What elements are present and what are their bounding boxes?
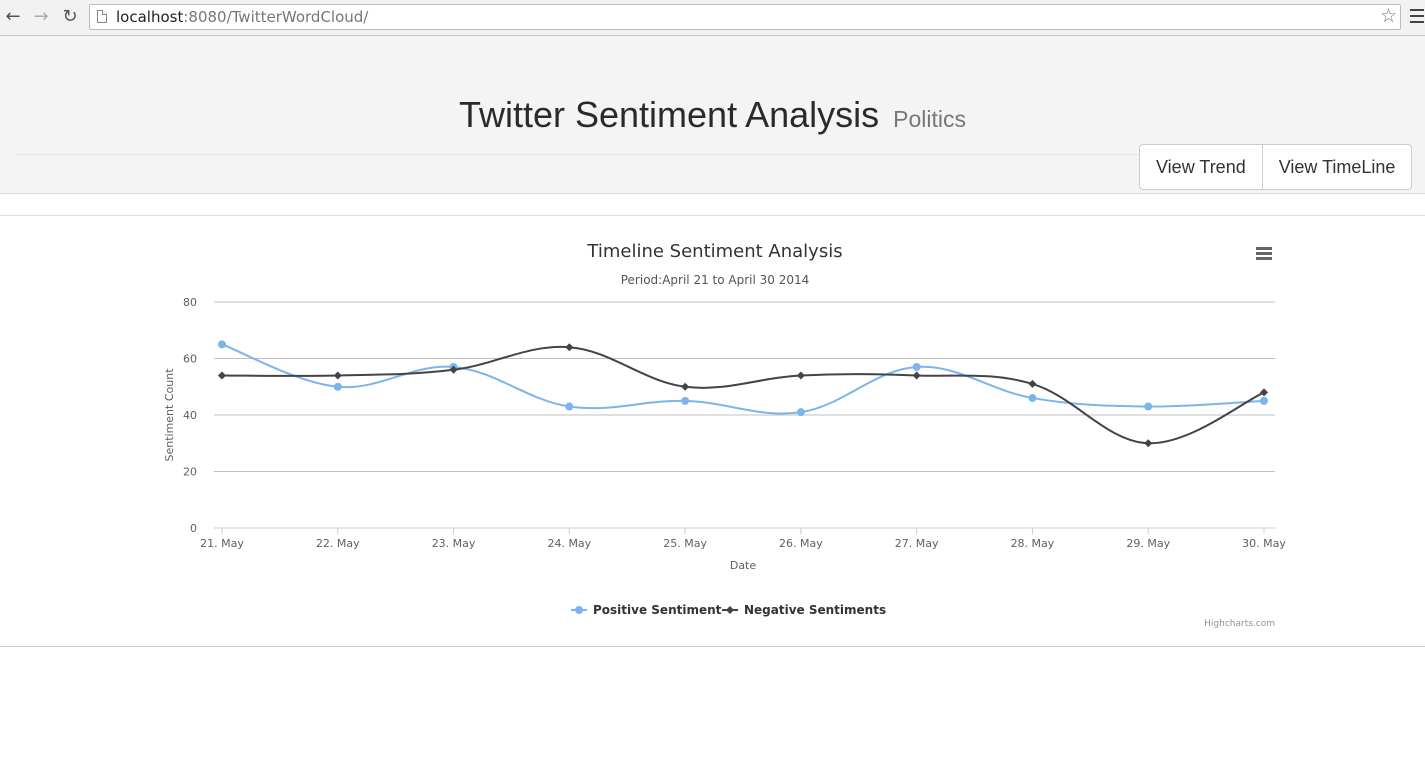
legend-item-label: Negative Sentiments: [744, 603, 886, 617]
x-tick-label: 30. May: [1242, 537, 1286, 550]
data-point[interactable]: [218, 371, 226, 380]
x-axis-title: Date: [730, 559, 757, 572]
legend-marker[interactable]: [726, 606, 734, 614]
url-text: localhost:8080/TwitterWordCloud/: [116, 8, 369, 26]
data-point[interactable]: [333, 371, 342, 380]
bookmark-star-icon[interactable]: ☆: [1380, 5, 1397, 27]
data-point[interactable]: [1260, 396, 1268, 405]
data-point[interactable]: [218, 340, 226, 349]
x-tick-label: 22. May: [316, 537, 360, 550]
data-point[interactable]: [565, 343, 574, 352]
chart-subtitle: Period:April 21 to April 30 2014: [621, 273, 810, 287]
legend-item-label: Positive Sentiment: [593, 603, 722, 617]
data-point[interactable]: [1144, 439, 1153, 448]
data-point[interactable]: [1028, 394, 1037, 403]
timeline-chart: Timeline Sentiment Analysis Period:April …: [163, 241, 1286, 629]
back-arrow-icon[interactable]: ←: [2, 6, 24, 28]
data-point[interactable]: [1028, 379, 1037, 388]
y-tick-label: 60: [183, 353, 197, 366]
data-point[interactable]: [912, 371, 921, 380]
view-trend-button[interactable]: View Trend: [1140, 145, 1262, 189]
view-button-group: View Trend View TimeLine: [1139, 144, 1413, 190]
data-point[interactable]: [1260, 388, 1268, 397]
forward-arrow-icon[interactable]: →: [30, 6, 52, 28]
x-tick-label: 25. May: [663, 537, 707, 550]
data-point[interactable]: [333, 382, 342, 391]
address-bar[interactable]: localhost:8080/TwitterWordCloud/ ☆: [89, 4, 1401, 30]
legend-marker[interactable]: [575, 606, 583, 614]
x-tick-label: 26. May: [779, 537, 823, 550]
browser-menu-icon[interactable]: [1410, 9, 1424, 25]
x-tick-label: 24. May: [547, 537, 591, 550]
chart-menu-icon[interactable]: [1256, 247, 1272, 260]
y-axis-title: Sentiment Count: [163, 368, 176, 462]
page-subtitle: Politics: [893, 106, 967, 132]
data-point[interactable]: [912, 362, 921, 371]
x-tick-label: 21. May: [200, 537, 244, 550]
chart-panel: Timeline Sentiment Analysis Period:April …: [0, 215, 1425, 647]
page-icon: [97, 10, 107, 23]
series-line-2: [221, 345, 1265, 445]
data-point[interactable]: [565, 402, 574, 411]
page-header: Twitter Sentiment Analysis Politics View…: [0, 36, 1425, 194]
y-tick-label: 0: [190, 522, 197, 535]
view-timeline-button[interactable]: View TimeLine: [1261, 145, 1412, 189]
y-tick-label: 20: [183, 466, 197, 479]
title-text: Twitter Sentiment Analysis: [458, 94, 880, 135]
x-tick-label: 29. May: [1126, 537, 1170, 550]
data-point[interactable]: [796, 408, 805, 417]
x-tick-label: 28. May: [1011, 537, 1055, 550]
data-point[interactable]: [1144, 402, 1153, 411]
x-tick-label: 23. May: [432, 537, 476, 550]
reload-icon[interactable]: ↻: [59, 6, 81, 28]
page-title: Twitter Sentiment Analysis Politics: [0, 94, 1425, 136]
chart-title: Timeline Sentiment Analysis: [586, 241, 842, 262]
data-point[interactable]: [681, 396, 690, 405]
y-tick-label: 80: [183, 296, 197, 309]
x-tick-label: 27. May: [895, 537, 939, 550]
browser-toolbar: ← → ↻ localhost:8080/TwitterWordCloud/ ☆: [0, 0, 1425, 36]
data-point[interactable]: [796, 371, 805, 380]
y-tick-label: 40: [183, 409, 197, 422]
data-point[interactable]: [681, 382, 690, 391]
highcharts-credit: Highcharts.com: [1204, 619, 1275, 629]
series-line-1: [221, 343, 1265, 415]
